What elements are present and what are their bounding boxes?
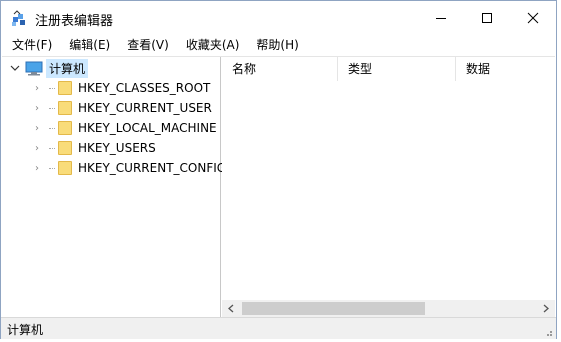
tree-item-hkcc[interactable]: › HKEY_CURRENT_CONFIG xyxy=(35,158,226,178)
tree-item-hklm[interactable]: › HKEY_LOCAL_MACHINE xyxy=(35,118,217,138)
window-title: 注册表编辑器 xyxy=(35,14,114,29)
menu-help[interactable]: 帮助(H) xyxy=(246,35,305,56)
scroll-right-icon[interactable] xyxy=(541,300,551,317)
folder-icon xyxy=(58,81,72,95)
tree-item-hkcu[interactable]: › HKEY_CURRENT_USER xyxy=(35,98,212,118)
tree-connector xyxy=(49,107,55,109)
column-header-data[interactable]: 数据 xyxy=(456,57,555,81)
chevron-right-icon[interactable]: › xyxy=(35,83,49,94)
menu-favorites[interactable]: 收藏夹(A) xyxy=(176,35,247,56)
close-icon xyxy=(527,12,539,24)
maximize-button[interactable] xyxy=(464,1,510,35)
tree-item-hku[interactable]: › HKEY_USERS xyxy=(35,138,156,158)
column-header-name[interactable]: 名称 xyxy=(222,57,338,81)
tree-pane[interactable]: 计算机 › HKEY_CLASSES_ROOT › HKEY_CURRENT_U… xyxy=(2,57,226,317)
scrollbar-thumb[interactable] xyxy=(242,302,425,315)
chevron-right-icon[interactable]: › xyxy=(35,103,49,114)
tree-connector xyxy=(49,147,55,149)
status-bar: 计算机 xyxy=(1,317,556,339)
folder-icon xyxy=(58,141,72,155)
chevron-down-icon[interactable] xyxy=(10,63,20,73)
maximize-icon xyxy=(482,13,492,23)
tree-item-label: HKEY_USERS xyxy=(78,141,156,155)
tree-item-label: HKEY_CLASSES_ROOT xyxy=(78,81,211,95)
title-bar[interactable]: 注册表编辑器 xyxy=(1,1,556,35)
close-button[interactable] xyxy=(510,1,556,35)
folder-icon xyxy=(58,161,72,175)
minimize-button[interactable] xyxy=(418,1,464,35)
tree-item-label: HKEY_CURRENT_CONFIG xyxy=(78,161,227,175)
column-header-type[interactable]: 类型 xyxy=(338,57,456,81)
tree-connector xyxy=(49,127,55,129)
registry-editor-window: 注册表编辑器 文件(F) 编辑(E) 查看(V) 收藏夹(A) 帮助(H) 计算… xyxy=(0,0,557,339)
scroll-left-icon[interactable] xyxy=(226,300,236,317)
minimize-icon xyxy=(436,18,446,19)
main-content: 计算机 › HKEY_CLASSES_ROOT › HKEY_CURRENT_U… xyxy=(2,56,555,318)
chevron-right-icon[interactable]: › xyxy=(35,123,49,134)
registry-editor-icon xyxy=(12,10,25,26)
tree-item-label: HKEY_CURRENT_USER xyxy=(78,101,212,115)
resize-grip-icon[interactable] xyxy=(544,328,553,337)
chevron-right-icon[interactable]: › xyxy=(35,143,49,154)
tree-item-hkcr[interactable]: › HKEY_CLASSES_ROOT xyxy=(35,78,210,98)
menu-file[interactable]: 文件(F) xyxy=(1,35,59,56)
value-list-pane[interactable]: 名称 类型 数据 xyxy=(222,57,555,317)
tree-item-label: 计算机 xyxy=(46,58,89,78)
tree-connector xyxy=(49,167,55,169)
folder-icon xyxy=(58,101,72,115)
horizontal-scrollbar[interactable] xyxy=(222,300,555,317)
menu-bar: 文件(F) 编辑(E) 查看(V) 收藏夹(A) 帮助(H) xyxy=(1,35,556,56)
menu-view[interactable]: 查看(V) xyxy=(117,35,176,56)
menu-edit[interactable]: 编辑(E) xyxy=(59,35,117,56)
tree-connector xyxy=(49,87,55,89)
folder-icon xyxy=(58,121,72,135)
status-path: 计算机 xyxy=(7,323,44,337)
tree-item-label: HKEY_LOCAL_MACHINE xyxy=(78,121,217,135)
tree-item-computer[interactable]: 计算机 xyxy=(10,58,89,78)
chevron-right-icon[interactable]: › xyxy=(35,163,49,174)
computer-icon xyxy=(25,61,43,75)
